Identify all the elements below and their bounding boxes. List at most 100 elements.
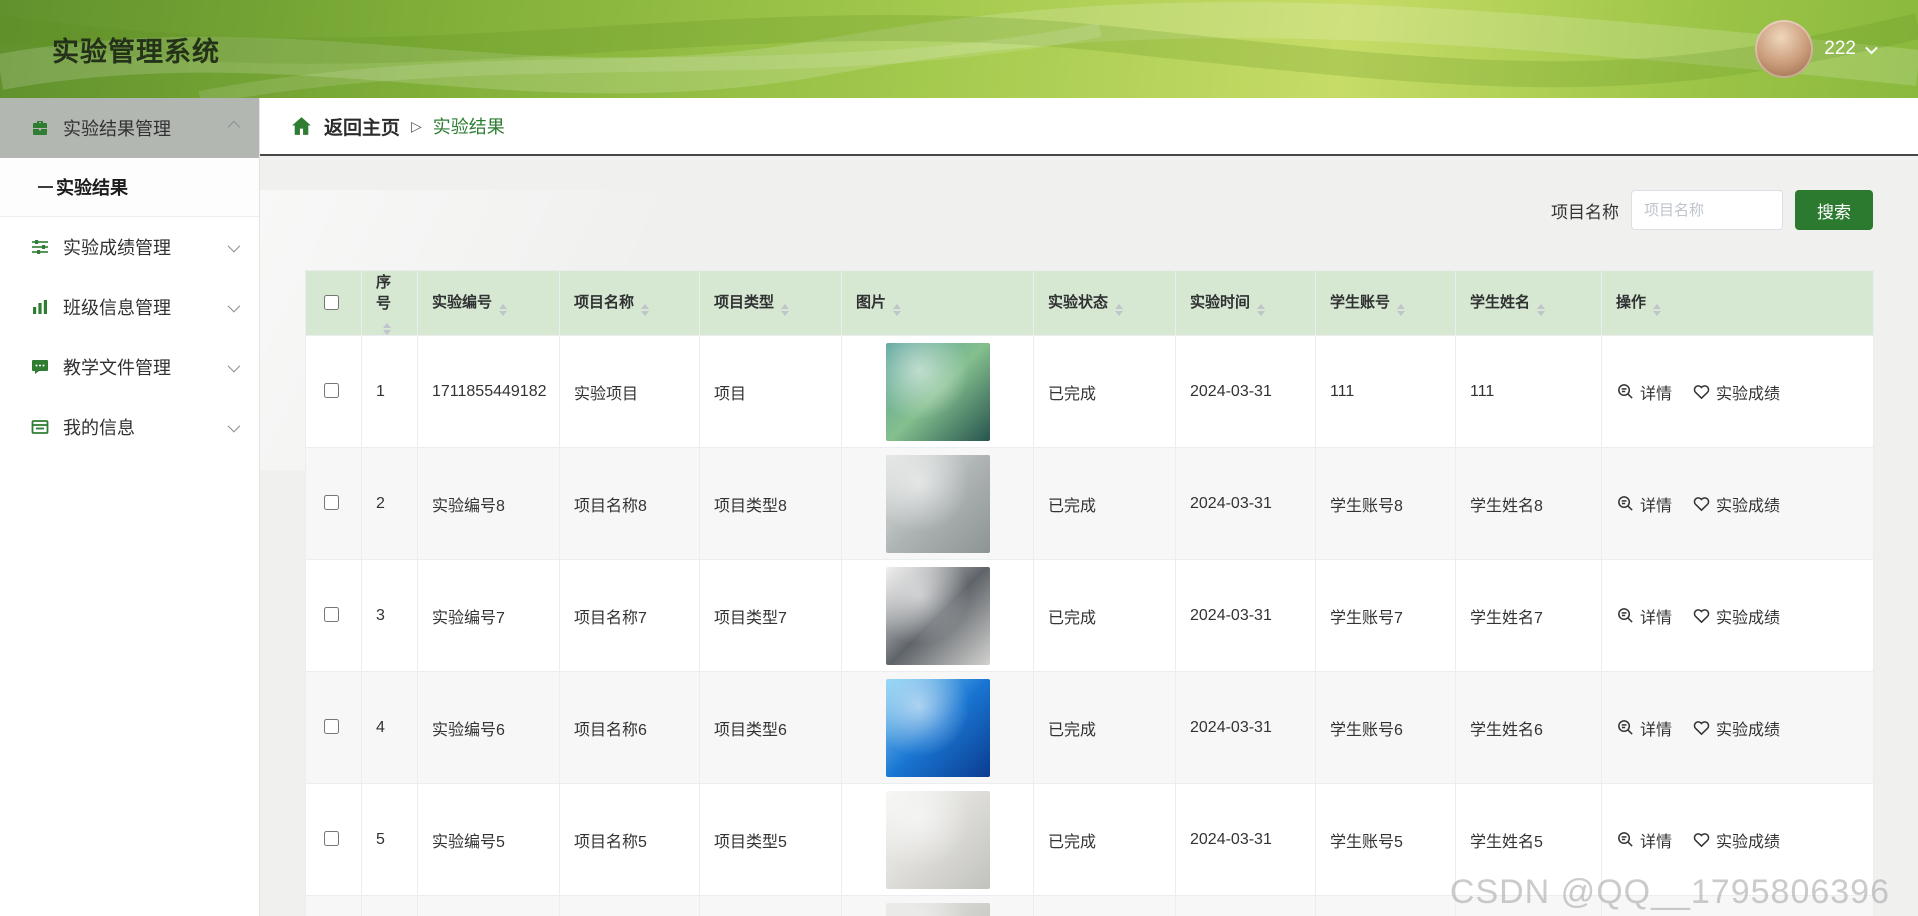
experiment-score-button[interactable]: 实验成绩 [1692,716,1780,740]
sidebar-item-teaching-file-management[interactable]: 教学文件管理 [0,337,259,397]
cell-index: 1 [361,335,418,448]
heart-icon [1693,833,1710,848]
sidebar-item-experiment-result-management[interactable]: 实验结果管理 [0,98,259,158]
experiment-score-button[interactable]: 实验成绩 [1692,492,1780,516]
sort-icon[interactable] [1397,304,1405,316]
sort-icon[interactable] [499,304,507,316]
heart-icon [1693,385,1710,400]
cell-date: 2024-03-31 [1175,559,1316,672]
project-name-input[interactable] [1631,190,1783,230]
detail-button[interactable]: 详情 [1616,492,1672,516]
cell-index: 5 [361,783,418,896]
cell-student-account: 学生账号5 [1315,783,1456,896]
detail-button[interactable]: 详情 [1616,716,1672,740]
col-header-student-account[interactable]: 学生账号 [1315,270,1456,336]
sidebar-item-label: 班级信息管理 [63,298,171,318]
experiment-image [885,454,990,553]
breadcrumb-current-link[interactable]: 实验结果 [433,113,505,139]
row-checkbox[interactable] [324,495,339,510]
sidebar-submenu: 实验结果 [0,158,259,217]
detail-button[interactable]: 详情 [1616,604,1672,628]
sort-icon[interactable] [1257,304,1265,316]
col-header-date[interactable]: 实验时间 [1175,270,1316,336]
home-icon[interactable] [290,115,313,138]
experiment-score-button[interactable]: 实验成绩 [1692,828,1780,852]
cell-exp-no: 实验编号8 [417,447,560,560]
card-icon [30,417,50,437]
cell-status: 已完成 [1033,559,1176,672]
row-checkbox[interactable] [324,719,339,734]
select-all-checkbox[interactable] [324,295,339,310]
username: 222 [1824,38,1856,59]
col-header-image[interactable]: 图片 [841,270,1034,336]
cell-project-name [559,895,700,916]
col-header-status[interactable]: 实验状态 [1033,270,1176,336]
cell-actions: 详情 实验成绩 [1601,559,1874,672]
sidebar-subitem-label: 实验结果 [56,178,128,198]
heart-icon [1693,609,1710,624]
chevron-down-icon [227,419,241,432]
cell-status: 已完成 [1033,671,1176,784]
cell-actions: 详情 实验成绩 [1601,671,1874,784]
chevron-up-icon [227,120,241,133]
cell-student-name: 111 [1455,335,1602,448]
sort-icon[interactable] [1653,304,1661,316]
cell-image [841,447,1034,560]
sliders-icon [30,237,50,257]
sidebar-item-class-info-management[interactable]: 班级信息管理 [0,277,259,337]
cell-student-account [1315,895,1456,916]
detail-button[interactable]: 详情 [1616,380,1672,404]
experiment-score-button[interactable]: 实验成绩 [1692,380,1780,404]
search-bar: 项目名称 搜索 [305,190,1873,230]
results-table: 序号 实验编号 项目名称 项目类型 图片 实验状态 实验时间 学生账号 学生姓名… [305,270,1874,916]
col-header-select [305,270,362,336]
cell-image [841,783,1034,896]
cell-exp-no [417,895,560,916]
search-button[interactable]: 搜索 [1795,190,1873,230]
breadcrumb-home-link[interactable]: 返回主页 [324,113,400,140]
experiment-image [885,678,990,777]
cell-date: 2024-03-31 [1175,783,1316,896]
sidebar-item-experiment-score-management[interactable]: 实验成绩管理 [0,217,259,277]
col-header-project-type[interactable]: 项目类型 [699,270,842,336]
avatar [1755,20,1814,78]
col-header-student-name[interactable]: 学生姓名 [1455,270,1602,336]
sidebar-item-label: 实验结果管理 [63,119,171,139]
cell-actions: 详情 实验成绩 [1601,335,1874,448]
col-header-actions: 操作 [1601,270,1874,336]
table-header-row: 序号 实验编号 项目名称 项目类型 图片 实验状态 实验时间 学生账号 学生姓名… [305,270,1874,336]
cell-project-name: 实验项目 [559,335,700,448]
row-checkbox[interactable] [324,607,339,622]
col-header-project-name[interactable]: 项目名称 [559,270,700,336]
sidebar-subitem-experiment-results[interactable]: 实验结果 [0,158,259,216]
sort-icon[interactable] [893,304,901,316]
detail-icon [1618,496,1633,511]
chevron-down-icon [227,359,241,372]
user-menu[interactable]: 222 [1755,20,1878,78]
detail-button[interactable]: 详情 [1616,828,1672,852]
experiment-score-button[interactable]: 实验成绩 [1692,604,1780,628]
table-body: 1 1711855449182 实验项目 项目 已完成 2024-03-31 1… [305,335,1874,916]
cell-image [841,335,1034,448]
sidebar-item-my-info[interactable]: 我的信息 [0,397,259,457]
sort-icon[interactable] [1115,304,1123,316]
cell-index: 4 [361,671,418,784]
cell-project-name: 项目名称6 [559,671,700,784]
cell-date: 2024-03-31 [1175,671,1316,784]
row-checkbox[interactable] [324,383,339,398]
cell-project-name: 项目名称7 [559,559,700,672]
sort-icon[interactable] [781,304,789,316]
sort-icon[interactable] [383,323,391,335]
cell-date [1175,895,1316,916]
detail-icon [1618,384,1633,399]
app-title: 实验管理系统 [52,36,220,67]
cell-project-name: 项目名称8 [559,447,700,560]
chevron-down-icon [227,239,241,252]
cell-select [305,447,362,560]
col-header-exp-no[interactable]: 实验编号 [417,270,560,336]
sort-icon[interactable] [641,304,649,316]
row-checkbox[interactable] [324,831,339,846]
col-header-index[interactable]: 序号 [361,270,418,336]
cell-student-name: 学生姓名5 [1455,783,1602,896]
sort-icon[interactable] [1537,304,1545,316]
